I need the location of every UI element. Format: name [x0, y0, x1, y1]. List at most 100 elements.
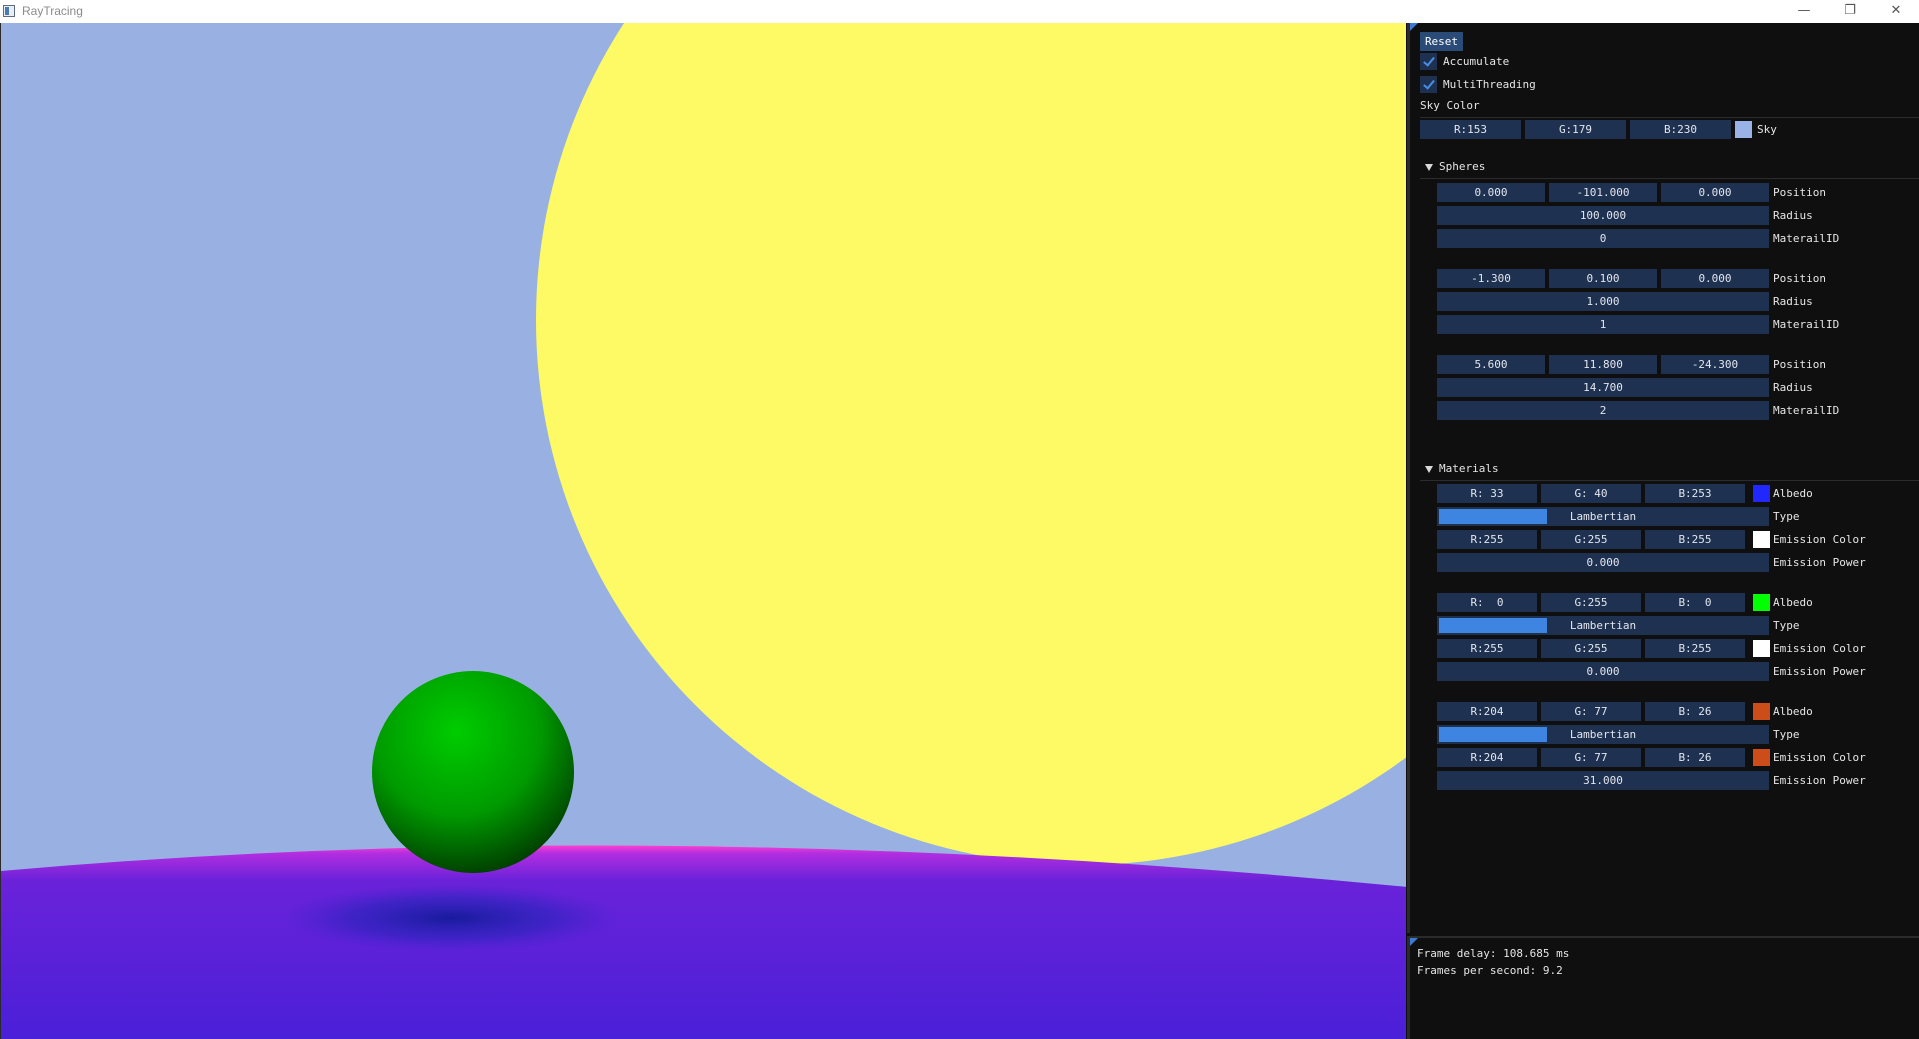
spheres-collapse-icon[interactable]	[1425, 164, 1433, 171]
sphere-material-id-field[interactable]: 0	[1437, 229, 1769, 248]
sphere-position-z-field[interactable]: 0.000	[1661, 183, 1769, 202]
stats-panel: Frame delay: 108.685 ms Frames per secon…	[1407, 936, 1919, 1039]
sky-b-field[interactable]: B:230	[1630, 120, 1731, 139]
emission-power-label: Emission Power	[1773, 774, 1866, 787]
sphere-position-y-field[interactable]: 0.100	[1549, 269, 1657, 288]
emission-r-field[interactable]: R:255	[1437, 639, 1537, 658]
sphere-shadow	[281, 884, 621, 952]
accumulate-label: Accumulate	[1443, 55, 1510, 68]
albedo-b-field[interactable]: B: 26	[1645, 702, 1745, 721]
emission-r-field[interactable]: R:204	[1437, 748, 1537, 767]
material-type-slider[interactable]: Lambertian	[1437, 507, 1769, 526]
material-type-value: Lambertian	[1569, 619, 1637, 632]
render-viewport[interactable]	[0, 23, 1406, 1039]
sphere-radius-field[interactable]: 1.000	[1437, 292, 1769, 311]
sphere-position-y-field[interactable]: 11.800	[1549, 355, 1657, 374]
albedo-color-swatch[interactable]	[1753, 594, 1770, 611]
sphere-position-label: Position	[1773, 358, 1826, 371]
emission-r-field[interactable]: R:255	[1437, 530, 1537, 549]
separator	[1420, 178, 1919, 179]
emission-power-field[interactable]: 0.000	[1437, 553, 1769, 572]
sphere-material-id-field[interactable]: 1	[1437, 315, 1769, 334]
sphere-position-z-field[interactable]: -24.300	[1661, 355, 1769, 374]
reset-button[interactable]: Reset	[1420, 32, 1463, 51]
albedo-g-field[interactable]: G: 40	[1541, 484, 1641, 503]
emission-power-label: Emission Power	[1773, 665, 1866, 678]
sphere-material-id-field[interactable]: 2	[1437, 401, 1769, 420]
material-type-slider[interactable]: Lambertian	[1437, 616, 1769, 635]
emission-color-label: Emission Color	[1773, 642, 1866, 655]
app-icon	[3, 5, 15, 17]
multithreading-checkbox[interactable]	[1420, 76, 1437, 93]
albedo-r-field[interactable]: R: 33	[1437, 484, 1537, 503]
sky-r-field[interactable]: R:153	[1420, 120, 1521, 139]
emission-color-label: Emission Color	[1773, 751, 1866, 764]
spheres-header[interactable]: Spheres	[1439, 157, 1485, 176]
emission-g-field[interactable]: G:255	[1541, 530, 1641, 549]
sky-color-label: Sky Color	[1420, 99, 1480, 112]
sphere-position-y-field[interactable]: -101.000	[1549, 183, 1657, 202]
sphere-radius-label: Radius	[1773, 295, 1813, 308]
sky-color-swatch[interactable]	[1735, 121, 1752, 138]
sphere-position-x-field[interactable]: 0.000	[1437, 183, 1545, 202]
sphere-radius-field[interactable]: 14.700	[1437, 378, 1769, 397]
slider-grab[interactable]	[1439, 727, 1547, 742]
sphere-position-z-field[interactable]: 0.000	[1661, 269, 1769, 288]
rendered-scene	[1, 23, 1406, 1039]
materials-collapse-icon[interactable]	[1425, 466, 1433, 473]
slider-grab[interactable]	[1439, 618, 1547, 633]
green-sphere	[372, 671, 574, 873]
sky-g-field[interactable]: G:179	[1525, 120, 1626, 139]
window-title-bar: RayTracing — ❐ ✕	[0, 0, 1919, 23]
restore-button[interactable]: ❐	[1827, 0, 1873, 23]
sphere-material-id-label: MaterailID	[1773, 232, 1840, 245]
albedo-color-swatch[interactable]	[1753, 485, 1770, 502]
emission-color-swatch[interactable]	[1753, 531, 1770, 548]
multithreading-label: MultiThreading	[1443, 78, 1536, 91]
material-type-value: Lambertian	[1569, 510, 1637, 523]
albedo-color-swatch[interactable]	[1753, 703, 1770, 720]
sphere-radius-label: Radius	[1773, 381, 1813, 394]
accumulate-checkbox[interactable]	[1420, 53, 1437, 70]
sky-swatch-label: Sky	[1757, 123, 1777, 136]
albedo-g-field[interactable]: G: 77	[1541, 702, 1641, 721]
emission-g-field[interactable]: G: 77	[1541, 748, 1641, 767]
albedo-label: Albedo	[1773, 596, 1813, 609]
sphere-position-x-field[interactable]: -1.300	[1437, 269, 1545, 288]
albedo-b-field[interactable]: B: 0	[1645, 593, 1745, 612]
separator	[1420, 117, 1919, 118]
emission-b-field[interactable]: B:255	[1645, 639, 1745, 658]
close-button[interactable]: ✕	[1873, 0, 1919, 23]
material-type-label: Type	[1773, 728, 1800, 741]
albedo-b-field[interactable]: B:253	[1645, 484, 1745, 503]
emission-color-swatch[interactable]	[1753, 640, 1770, 657]
emission-color-swatch[interactable]	[1753, 749, 1770, 766]
material-type-slider[interactable]: Lambertian	[1437, 725, 1769, 744]
sphere-material-id-label: MaterailID	[1773, 318, 1840, 331]
minimize-button[interactable]: —	[1781, 0, 1827, 23]
material-type-label: Type	[1773, 510, 1800, 523]
emission-b-field[interactable]: B: 26	[1645, 748, 1745, 767]
emission-color-label: Emission Color	[1773, 533, 1866, 546]
emission-power-label: Emission Power	[1773, 556, 1866, 569]
fps-text: Frames per second: 9.2	[1417, 964, 1563, 977]
albedo-label: Albedo	[1773, 487, 1813, 500]
sphere-radius-label: Radius	[1773, 209, 1813, 222]
albedo-r-field[interactable]: R:204	[1437, 702, 1537, 721]
albedo-g-field[interactable]: G:255	[1541, 593, 1641, 612]
emission-b-field[interactable]: B:255	[1645, 530, 1745, 549]
materials-header[interactable]: Materials	[1439, 459, 1499, 478]
sphere-position-label: Position	[1773, 186, 1826, 199]
emission-g-field[interactable]: G:255	[1541, 639, 1641, 658]
window-title: RayTracing	[22, 4, 83, 18]
slider-grab[interactable]	[1439, 509, 1547, 524]
sphere-material-id-label: MaterailID	[1773, 404, 1840, 417]
albedo-label: Albedo	[1773, 705, 1813, 718]
emission-power-field[interactable]: 0.000	[1437, 662, 1769, 681]
sphere-radius-field[interactable]: 100.000	[1437, 206, 1769, 225]
sphere-position-label: Position	[1773, 272, 1826, 285]
albedo-r-field[interactable]: R: 0	[1437, 593, 1537, 612]
emission-power-field[interactable]: 31.000	[1437, 771, 1769, 790]
settings-panel: Reset Accumulate MultiThreading Sky Colo…	[1407, 23, 1919, 933]
sphere-position-x-field[interactable]: 5.600	[1437, 355, 1545, 374]
